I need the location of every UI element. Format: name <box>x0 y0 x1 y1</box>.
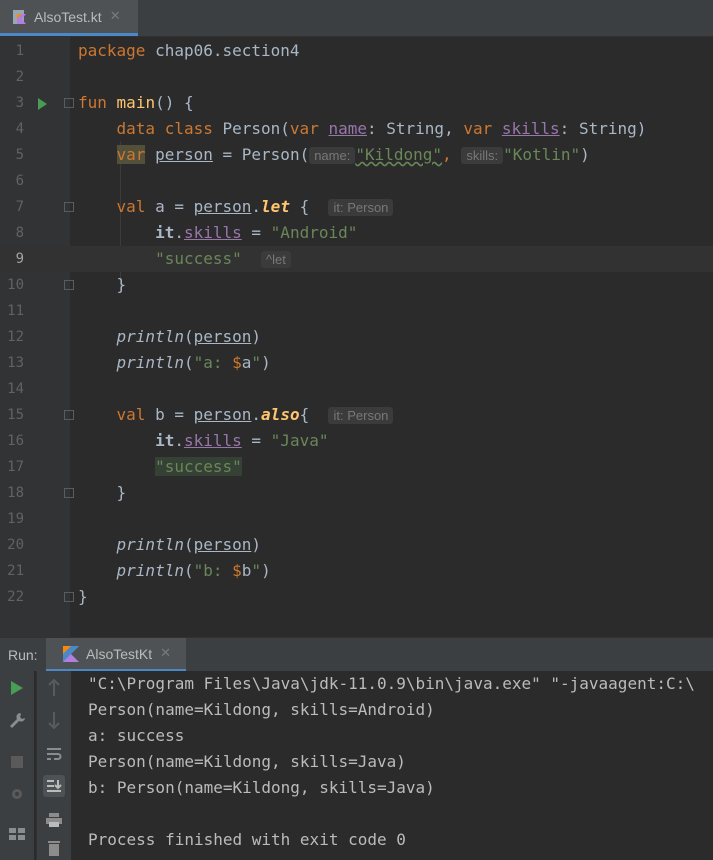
console-line: b: Person(name=Kildong, skills=Java) <box>88 778 435 797</box>
tab-alsotest-kt[interactable]: AlsoTest.kt ✕ <box>0 0 138 36</box>
line-number: 1 <box>15 43 24 59</box>
fold-icon[interactable] <box>64 202 74 212</box>
code-line-2: 2 <box>0 64 713 90</box>
line-number: 22 <box>7 589 24 605</box>
run-tool-window-header: Run: AlsoTestKt ✕ <box>0 637 713 672</box>
code-line-11: 11 <box>0 298 713 324</box>
line-number: 14 <box>7 381 24 397</box>
scroll-to-end-icon[interactable] <box>43 775 65 797</box>
code-line-4: 4 data class Person(var name: String, va… <box>0 116 713 142</box>
code-line-16: 16 it.skills = "Java" <box>0 428 713 454</box>
line-number: 8 <box>15 225 24 241</box>
debug-settings-icon[interactable] <box>6 783 28 805</box>
print-icon[interactable] <box>43 809 65 831</box>
stop-icon[interactable] <box>6 751 28 773</box>
line-number: 6 <box>15 173 24 189</box>
code-line-7: 7 val a = person.let { it: Person <box>0 194 713 220</box>
code-line-19: 19 <box>0 506 713 532</box>
code-line-14: 14 <box>0 376 713 402</box>
fold-icon[interactable] <box>64 280 74 290</box>
run-tab-label: AlsoTestKt <box>86 645 153 662</box>
run-gutter-icon[interactable] <box>38 98 47 110</box>
keyword: package <box>78 41 146 60</box>
line-number: 19 <box>7 511 24 527</box>
code-line-8: 8 it.skills = "Android" <box>0 220 713 246</box>
fold-icon[interactable] <box>64 488 74 498</box>
fold-icon[interactable] <box>64 592 74 602</box>
code-line-20: 20 println(person) <box>0 532 713 558</box>
code-line-21: 21 println("b: $b") <box>0 558 713 584</box>
code-line-18: 18 } <box>0 480 713 506</box>
close-run-tab-icon[interactable]: ✕ <box>160 646 171 661</box>
line-number: 16 <box>7 433 24 449</box>
fold-icon[interactable] <box>64 410 74 420</box>
line-number: 7 <box>15 199 24 215</box>
kotlin-file-icon <box>12 9 28 25</box>
line-number: 3 <box>15 95 24 111</box>
line-number: 18 <box>7 485 24 501</box>
arrow-up-icon[interactable] <box>43 677 65 699</box>
run-label: Run: <box>8 647 38 663</box>
run-toolbar-primary <box>0 671 34 860</box>
code-line-6: 6 <box>0 168 713 194</box>
type-hint: it: Person <box>328 199 394 216</box>
parameter-hint: skills: <box>461 147 504 164</box>
console-line: "C:\Program Files\Java\jdk-11.0.9\bin\ja… <box>88 674 695 693</box>
line-number: 17 <box>7 459 24 475</box>
console-line: Process finished with exit code 0 <box>88 830 406 849</box>
console-line: Person(name=Kildong, skills=Java) <box>88 752 406 771</box>
code-line-22: 22 } <box>0 584 713 610</box>
code-line-13: 13 println("a: $a") <box>0 350 713 376</box>
line-number: 10 <box>7 277 24 293</box>
line-number: 13 <box>7 355 24 371</box>
line-number: 9 <box>15 251 24 267</box>
parameter-hint: name: <box>309 147 356 164</box>
code-line-17: 17 "success" <box>0 454 713 480</box>
code-line-5: 5 var person = Person(name: "Kildong", sk… <box>0 142 713 168</box>
type-hint: it: Person <box>328 407 394 424</box>
code-line-15: 15 val b = person.also{ it: Person <box>0 402 713 428</box>
soft-wrap-icon[interactable] <box>43 743 65 765</box>
arrow-down-icon[interactable] <box>43 709 65 731</box>
kotlin-run-config-icon <box>63 645 79 662</box>
code-editor[interactable]: 1 package chap06.section4 2 3 fun main()… <box>0 37 713 637</box>
line-number: 4 <box>15 121 24 137</box>
code-line-12: 12 println(person) <box>0 324 713 350</box>
code-line-9-current: 9 "success" ^let <box>0 246 713 272</box>
run-console[interactable]: "C:\Program Files\Java\jdk-11.0.9\bin\ja… <box>0 671 713 860</box>
run-toolbar-secondary <box>36 671 71 860</box>
wrench-icon[interactable] <box>6 709 28 731</box>
code-line-10: 10 } <box>0 272 713 298</box>
line-number: 2 <box>15 69 24 85</box>
return-hint: ^let <box>261 251 291 268</box>
line-number: 21 <box>7 563 24 579</box>
line-number: 12 <box>7 329 24 345</box>
console-line: a: success <box>88 726 185 745</box>
close-tab-icon[interactable]: ✕ <box>110 9 121 24</box>
tab-label: AlsoTest.kt <box>34 8 102 25</box>
line-number: 5 <box>15 147 24 163</box>
fold-icon[interactable] <box>64 98 74 108</box>
line-number: 11 <box>7 303 24 319</box>
rerun-icon[interactable] <box>6 677 28 699</box>
trash-icon[interactable] <box>43 837 65 859</box>
code-line-1: 1 package chap06.section4 <box>0 38 713 64</box>
code-line-3: 3 fun main() { <box>0 90 713 116</box>
console-line: Person(name=Kildong, skills=Android) <box>88 700 435 719</box>
run-tab-alsotestkt[interactable]: AlsoTestKt ✕ <box>46 638 186 672</box>
editor-tab-bar: AlsoTest.kt ✕ <box>0 0 713 37</box>
line-number: 20 <box>7 537 24 553</box>
layout-icon[interactable] <box>6 823 28 845</box>
line-number: 15 <box>7 407 24 423</box>
